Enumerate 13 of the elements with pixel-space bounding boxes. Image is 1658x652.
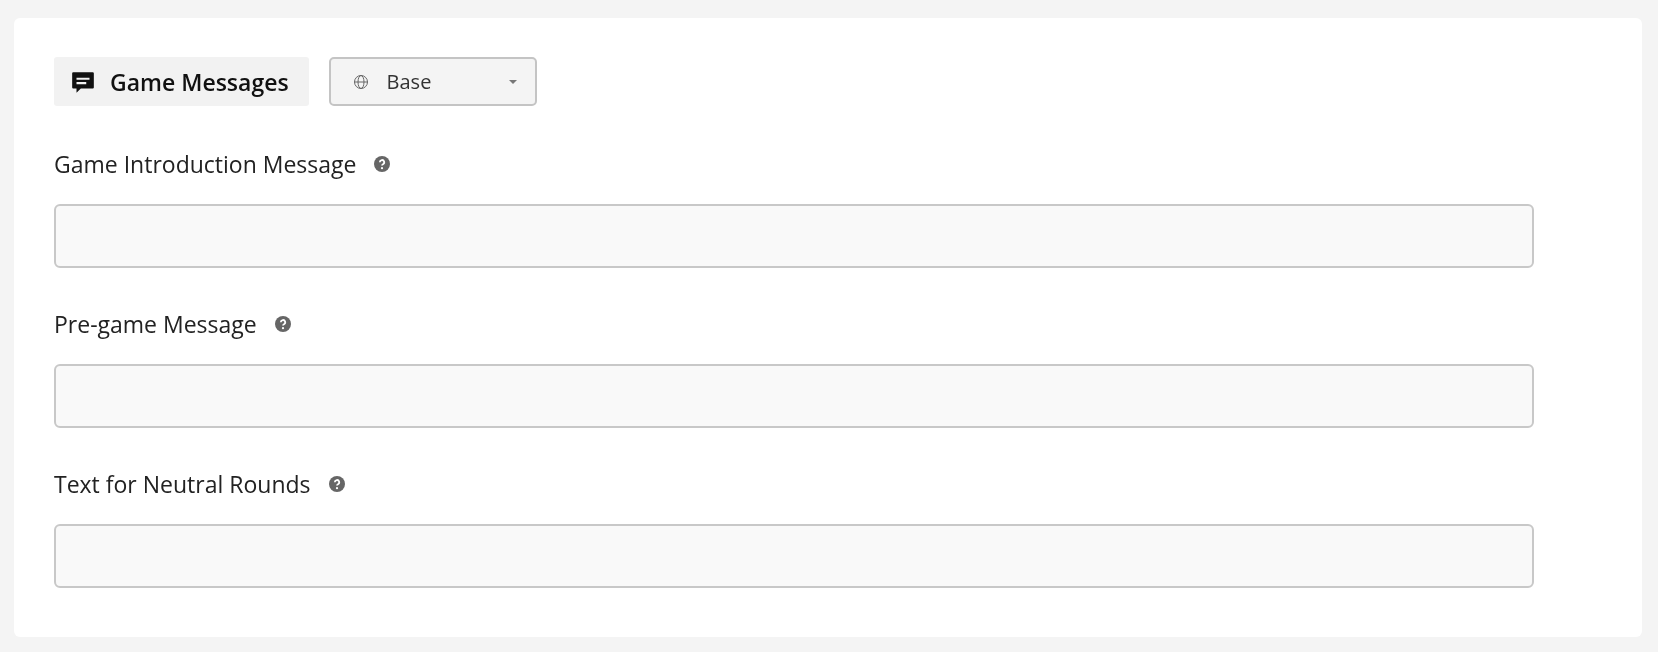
field-label: Pre-game Message [54,308,257,340]
field-label: Game Introduction Message [54,148,357,180]
caret-icon [508,79,517,84]
help-icon[interactable] [274,316,291,332]
field-label: Text for Neutral Rounds [54,468,311,500]
help-icon[interactable] [328,476,345,492]
globe-icon [352,73,369,90]
input-field[interactable] [54,204,1534,268]
section-title: Game Messages [54,57,309,106]
help-icon[interactable] [374,156,391,172]
language-dropdown[interactable]: Base [328,57,537,106]
input-field[interactable] [54,364,1534,428]
input-field[interactable] [54,524,1534,588]
